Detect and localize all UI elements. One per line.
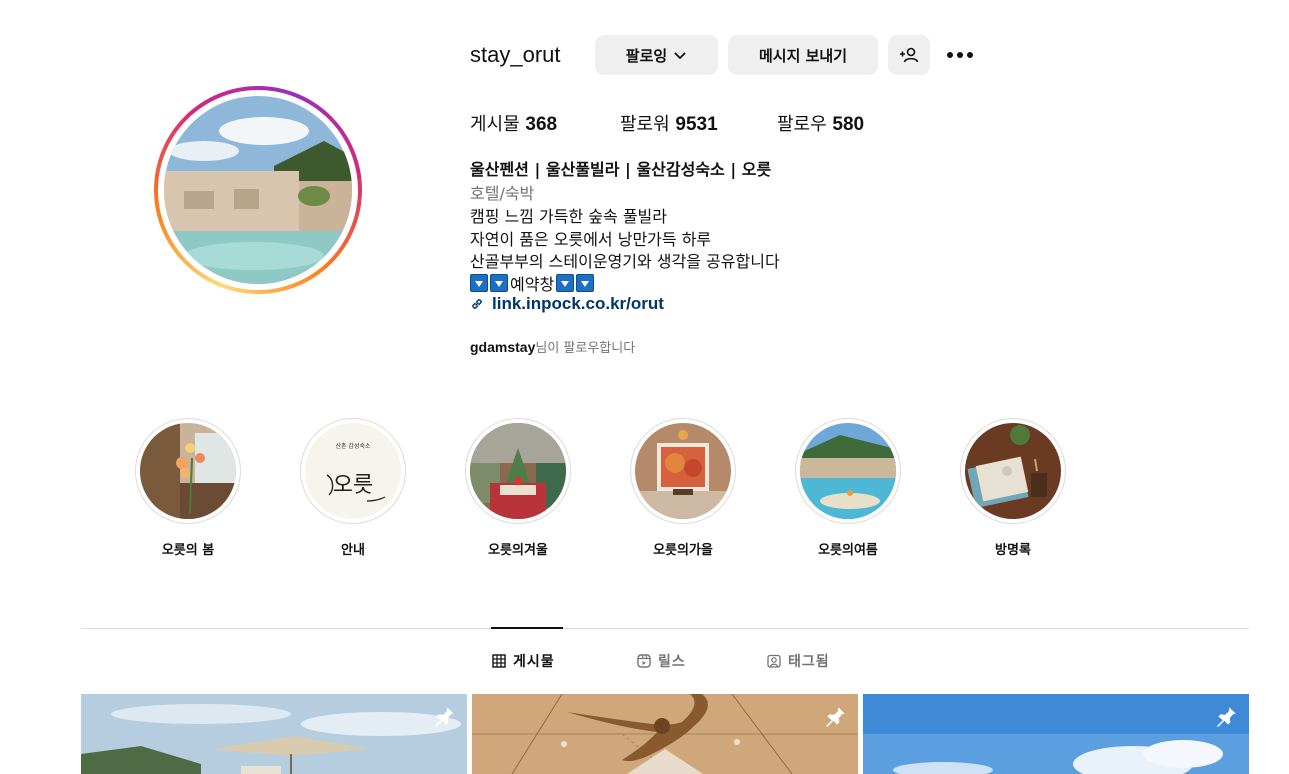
profile-avatar-ring[interactable] — [154, 86, 362, 294]
message-button-label: 메시지 보내기 — [758, 46, 848, 65]
avatar-pool-image — [164, 96, 352, 284]
chevron-down-icon — [674, 52, 686, 60]
highlight-label: 오릇의겨울 — [488, 543, 548, 558]
link-icon — [472, 299, 482, 309]
tab-posts[interactable]: 게시물 — [492, 651, 555, 671]
bio-category: 호텔/숙박 — [470, 184, 535, 203]
highlight-winter[interactable]: 오릇의겨울 — [465, 418, 571, 558]
highlight-autumn[interactable]: 오릇의가을 — [630, 418, 736, 558]
bio-link-text: link.inpock.co.kr/orut — [492, 294, 664, 313]
tab-posts-label: 게시물 — [513, 654, 555, 670]
add-user-button[interactable] — [888, 35, 930, 75]
followers-stat[interactable]: 팔로워 9531 — [620, 110, 718, 136]
highlight-label: 안내 — [341, 543, 365, 558]
autumn-image — [635, 423, 731, 519]
highlight-ring — [630, 418, 736, 524]
bio-line-4-text: 예약창 — [510, 275, 555, 294]
highlight-spring[interactable]: 오릇의 봄 — [135, 418, 241, 558]
followers-stat-label: 팔로워 — [620, 114, 670, 135]
highlight-image — [140, 423, 236, 519]
post-tile[interactable] — [863, 694, 1249, 774]
following-button[interactable]: 팔로잉 — [595, 35, 718, 75]
highlight-image — [965, 423, 1061, 519]
pin-icon — [434, 707, 454, 727]
followed-by-suffix: 님이 팔로우합니다 — [535, 341, 636, 356]
pin-icon — [825, 707, 845, 727]
tabs-divider — [81, 628, 1249, 629]
highlight-label: 오릇의여름 — [818, 543, 878, 558]
following-stat-label: 팔로우 — [777, 114, 827, 135]
spring-image — [140, 423, 236, 519]
more-options-button[interactable] — [944, 44, 976, 66]
pinned-post-indicator — [1213, 704, 1239, 734]
down-arrow-emoji-icon — [490, 274, 508, 292]
pin-icon — [1216, 707, 1236, 727]
highlight-image: 산촌 감성숙소 오릇 — [305, 423, 401, 519]
guestbook-image — [965, 423, 1061, 519]
tab-reels[interactable]: 릴스 — [637, 651, 686, 671]
post-image-ceiling-fan — [472, 694, 858, 774]
bio-name: 울산펜션 | 울산풀빌라 | 울산감성숙소 | 오릇 — [470, 160, 772, 179]
highlight-guestbook[interactable]: 방명록 — [960, 418, 1066, 558]
highlight-image — [800, 423, 896, 519]
reels-icon — [637, 654, 651, 668]
bio-line-1: 캠핑 느낌 가득한 숲속 풀빌라 — [470, 207, 667, 226]
orut-logo-text: 오릇 — [332, 473, 374, 498]
following-count: 580 — [832, 114, 865, 135]
pinned-post-indicator — [822, 704, 848, 734]
profile-username: stay_orut — [470, 42, 561, 67]
bio-link[interactable]: link.inpock.co.kr/orut — [470, 294, 664, 314]
tagged-icon — [767, 654, 781, 668]
summer-image — [800, 423, 896, 519]
followed-by[interactable]: gdamstay님이 팔로우합니다 — [470, 337, 635, 356]
bio-line-2: 자연이 품은 오릇에서 낭만가득 하루 — [470, 230, 712, 249]
posts-count: 368 — [525, 114, 558, 135]
highlight-ring — [465, 418, 571, 524]
profile-avatar[interactable] — [164, 96, 352, 284]
down-arrow-emoji-icon — [556, 274, 575, 292]
followed-by-name: gdamstay — [470, 339, 536, 355]
down-arrow-emoji-icon — [576, 274, 595, 292]
highlight-ring — [960, 418, 1066, 524]
post-tile[interactable] — [81, 694, 467, 774]
highlight-label: 방명록 — [995, 543, 1031, 558]
more-dots-icon — [947, 52, 973, 58]
active-tab-indicator — [491, 627, 563, 629]
tab-tagged[interactable]: 태그됨 — [767, 651, 830, 671]
post-image-sky — [863, 694, 1249, 774]
highlight-image — [635, 423, 731, 519]
message-button[interactable]: 메시지 보내기 — [728, 35, 878, 75]
posts-stat-label: 게시물 — [470, 114, 520, 135]
highlight-ring — [795, 418, 901, 524]
add-user-icon — [900, 47, 919, 63]
bio-line-4: 예약창 — [470, 271, 595, 295]
following-stat[interactable]: 팔로우 580 — [777, 110, 864, 136]
following-button-label: 팔로잉 — [625, 46, 668, 65]
tab-tagged-label: 태그됨 — [788, 654, 830, 670]
highlight-label: 오릇의 봄 — [161, 543, 215, 558]
highlight-label: 오릇의가을 — [653, 543, 713, 558]
followers-count: 9531 — [675, 114, 718, 135]
posts-stat: 게시물 368 — [470, 110, 557, 136]
post-tile[interactable] — [472, 694, 858, 774]
highlight-summer[interactable]: 오릇의여름 — [795, 418, 901, 558]
highlight-ring — [135, 418, 241, 524]
pinned-post-indicator — [431, 704, 457, 734]
bio-line-3: 산골부부의 스테이운영기와 생각을 공유합니다 — [470, 252, 780, 271]
highlight-image — [470, 423, 566, 519]
highlight-info[interactable]: 산촌 감성숙소 오릇 안내 — [300, 418, 406, 558]
winter-image — [470, 423, 566, 519]
tab-reels-label: 릴스 — [658, 654, 686, 670]
post-image-umbrella — [81, 694, 467, 774]
grid-icon — [492, 654, 506, 668]
highlight-ring: 산촌 감성숙소 오릇 — [300, 418, 406, 524]
down-arrow-emoji-icon — [470, 274, 488, 292]
